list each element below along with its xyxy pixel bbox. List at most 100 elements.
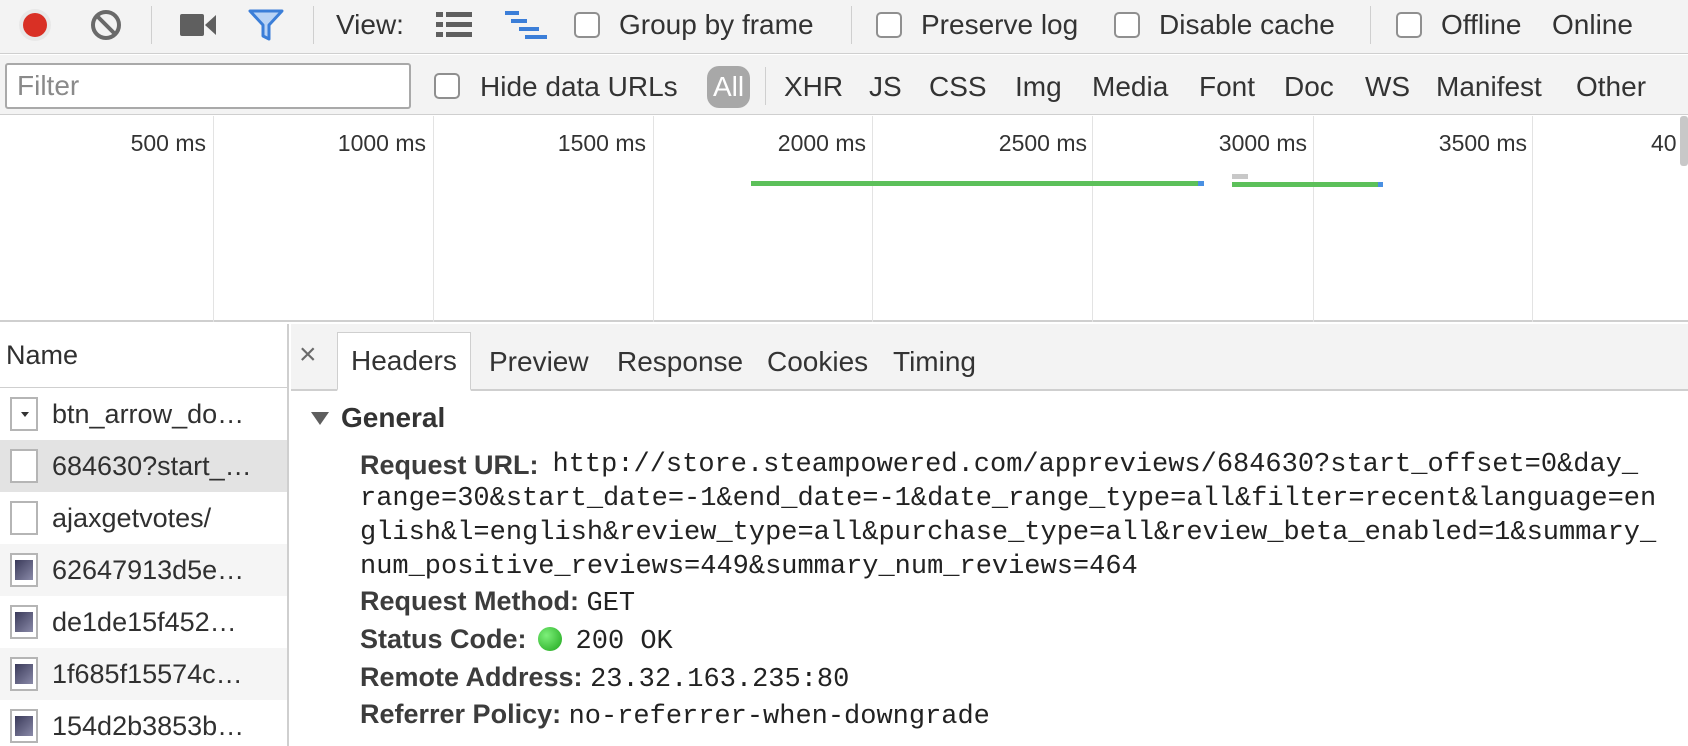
tick-label: 3500 ms (1438, 130, 1527, 156)
image-thumbnail-icon (10, 605, 38, 639)
general-section-toggle[interactable]: General (311, 402, 445, 434)
referrer-policy-row: Referrer Policy: no-referrer-when-downgr… (360, 699, 990, 732)
waterfall-button[interactable] (505, 0, 547, 50)
request-row[interactable]: de1de15f452… (0, 596, 287, 648)
request-url-key: Request URL: (360, 450, 539, 480)
offline-checkbox[interactable] (1396, 0, 1422, 50)
toolbar-divider (313, 6, 314, 44)
type-filter-font[interactable]: Font (1199, 66, 1255, 108)
tab-response[interactable]: Response (604, 332, 756, 391)
gridline (1092, 116, 1093, 322)
toolbar-divider (1370, 6, 1371, 44)
large-rows-button[interactable] (436, 0, 472, 50)
type-filter-doc[interactable]: Doc (1284, 66, 1334, 108)
request-bar-stalled (1232, 174, 1248, 179)
tick-label: 1500 ms (557, 130, 646, 156)
large-rows-icon (436, 12, 472, 37)
record-icon (19, 9, 51, 41)
type-filter-other[interactable]: Other (1576, 66, 1646, 108)
camera-icon (180, 14, 216, 36)
toolbar-divider (151, 6, 152, 44)
close-details-button[interactable]: × (299, 338, 317, 372)
request-bar-end (1378, 182, 1383, 187)
status-code-value: 200 OK (575, 627, 673, 657)
name-column-header[interactable]: Name (0, 324, 287, 388)
preserve-log-checkbox[interactable] (876, 0, 902, 50)
remote-address-key: Remote Address: (360, 662, 583, 692)
request-method-value: GET (586, 589, 636, 619)
request-row[interactable]: ajaxgetvotes/ (0, 492, 287, 544)
remote-address-value: 23.32.163.235:80 (590, 665, 850, 695)
request-row[interactable]: 1f685f15574c… (0, 648, 287, 700)
image-thumbnail-icon (10, 709, 38, 743)
type-filter-manifest[interactable]: Manifest (1436, 66, 1542, 108)
arrow-file-icon (10, 397, 38, 431)
gridline (213, 116, 214, 322)
filter-icon (248, 9, 284, 41)
throttling-select[interactable]: Online (1552, 0, 1633, 50)
type-filter-ws[interactable]: WS (1365, 66, 1410, 108)
type-filter-img[interactable]: Img (1015, 66, 1062, 108)
filter-toggle-button[interactable] (248, 0, 284, 50)
checkbox-box[interactable] (876, 12, 902, 38)
request-name: 1f685f15574c… (52, 658, 243, 689)
request-bar (751, 181, 1200, 186)
hide-data-urls-checkbox[interactable] (434, 61, 460, 111)
type-filter-all[interactable]: All (707, 66, 751, 108)
type-filter-media[interactable]: Media (1092, 66, 1168, 108)
waterfall-icon (505, 11, 547, 39)
image-thumbnail-icon (10, 657, 38, 691)
status-ok-icon (538, 627, 563, 651)
filter-bar: Hide data URLs All XHR JS CSS Img Media … (0, 55, 1688, 115)
checkbox-box[interactable] (1396, 12, 1422, 38)
tab-headers[interactable]: Headers (337, 332, 471, 391)
referrer-policy-value: no-referrer-when-downgrade (568, 702, 990, 732)
tick-label: 2000 ms (777, 130, 866, 156)
request-row[interactable]: 154d2b3853b… (0, 700, 287, 746)
request-url-value-line: glish&l=english&review_type=all&purchase… (360, 518, 1657, 548)
overview-scrollbar[interactable] (1680, 116, 1688, 166)
toolbar-divider (851, 6, 852, 44)
tick-label: 1000 ms (337, 130, 426, 156)
gridline (653, 116, 654, 322)
request-row[interactable]: 62647913d5e… (0, 544, 287, 596)
gridline (433, 116, 434, 322)
hide-data-urls-label: Hide data URLs (480, 71, 678, 102)
record-button[interactable] (18, 0, 52, 50)
general-section-title: General (341, 402, 446, 433)
referrer-policy-key: Referrer Policy: (360, 699, 562, 729)
screenshot-button[interactable] (180, 0, 216, 50)
image-thumbnail-icon (10, 553, 38, 587)
document-icon (10, 449, 38, 483)
request-name: 154d2b3853b… (52, 710, 245, 741)
type-filter-css[interactable]: CSS (929, 66, 987, 108)
checkbox-box[interactable] (1114, 12, 1140, 38)
disable-cache-checkbox[interactable] (1114, 0, 1140, 50)
group-by-frame-label: Group by frame (619, 9, 814, 40)
checkbox-box[interactable] (434, 73, 460, 99)
timeline-overview[interactable]: 500 ms 1000 ms 1500 ms 2000 ms 2500 ms 3… (0, 116, 1688, 322)
request-name: btn_arrow_do… (52, 398, 245, 429)
clear-icon (91, 10, 121, 40)
filter-input[interactable] (5, 63, 411, 109)
clear-button[interactable] (89, 0, 123, 50)
gridline (872, 116, 873, 322)
group-by-frame-checkbox[interactable] (574, 0, 600, 50)
request-name: 684630?start_… (52, 450, 252, 481)
checkbox-box[interactable] (574, 12, 600, 38)
request-url-value-line: range=30&start_date=-1&end_date=-1&date_… (360, 484, 1657, 514)
type-filter-xhr[interactable]: XHR (784, 66, 843, 108)
request-row-selected[interactable]: 684630?start_… (0, 440, 287, 492)
type-filter-js[interactable]: JS (869, 66, 902, 108)
request-row[interactable]: btn_arrow_do… (0, 388, 287, 440)
view-label: View: (336, 9, 404, 40)
request-url-value-line: num_positive_reviews=449&summary_num_rev… (360, 552, 1138, 582)
disable-cache-label: Disable cache (1159, 9, 1335, 40)
request-list: Name btn_arrow_do… 684630?start_… ajaxge… (0, 324, 289, 746)
document-icon (10, 501, 38, 535)
tab-timing[interactable]: Timing (880, 332, 989, 391)
tab-preview[interactable]: Preview (476, 332, 602, 391)
network-toolbar: View: Group by frame Preserve log Disabl… (0, 0, 1688, 54)
tab-cookies[interactable]: Cookies (754, 332, 881, 391)
gridline (1532, 116, 1533, 322)
